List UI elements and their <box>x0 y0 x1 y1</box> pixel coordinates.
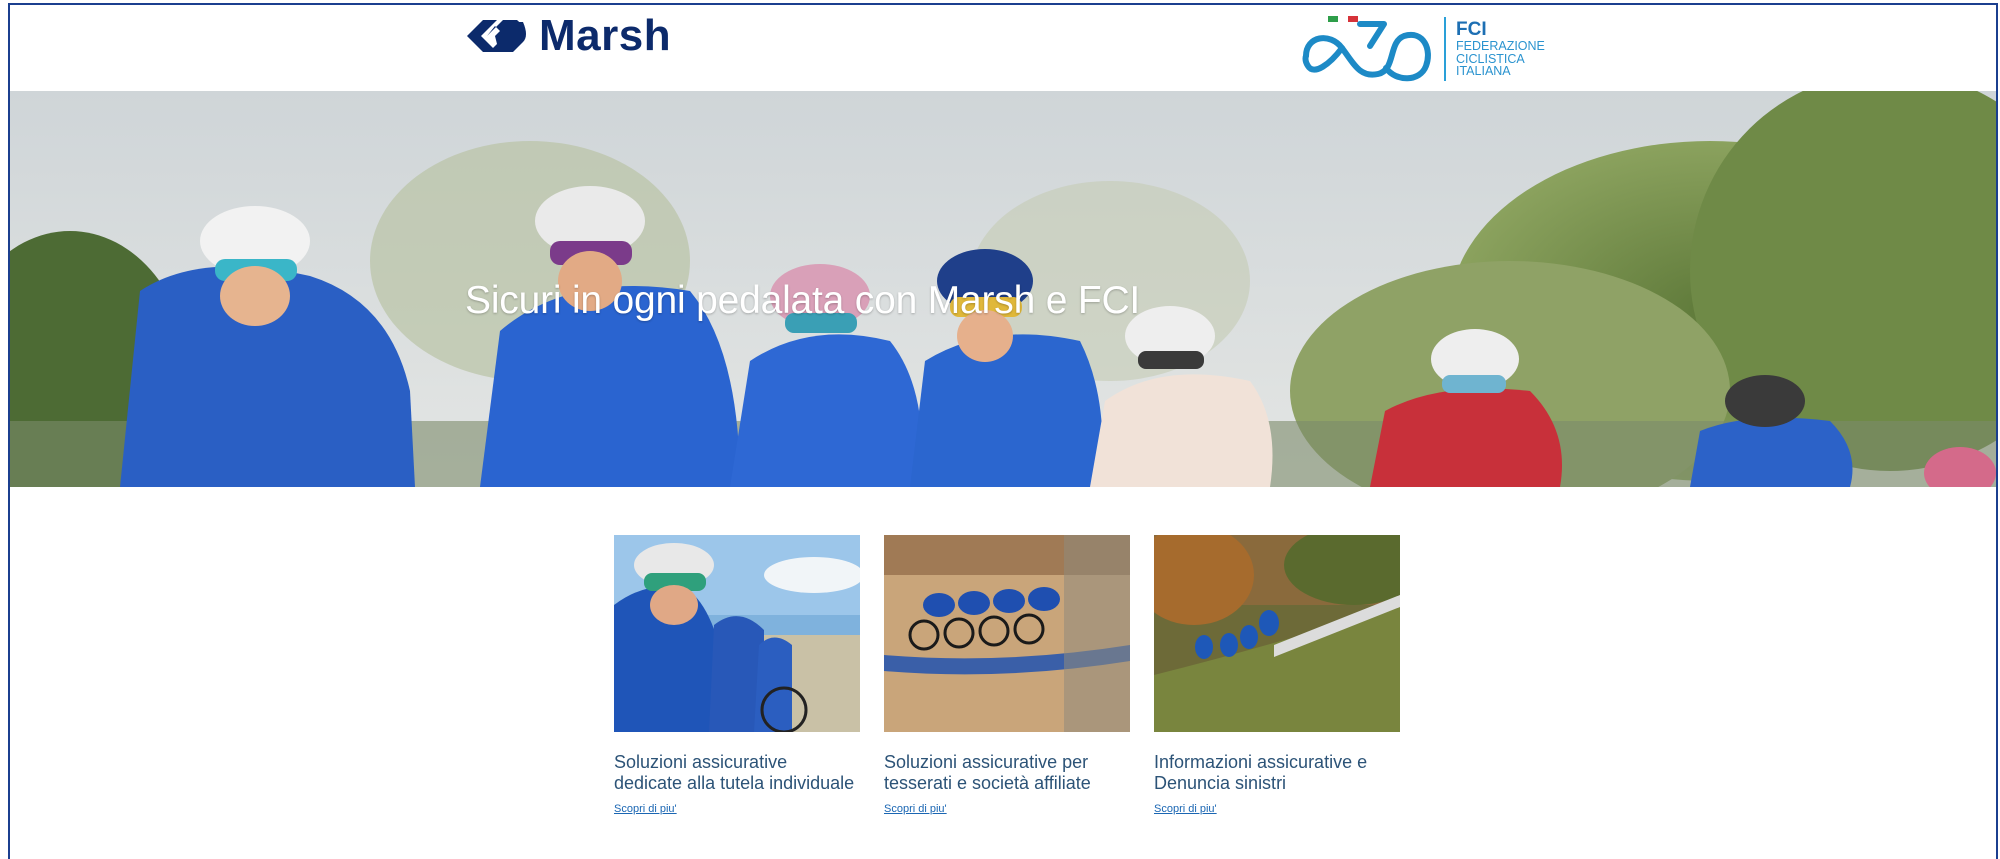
fci-line-3: ITALIANA <box>1456 64 1511 79</box>
browser-frame: Marsh FCI FEDERAZIONE CICLISTICA ITALIAN… <box>8 3 1998 859</box>
fci-logo-text: FCI FEDERAZIONE CICLISTICA ITALIANA <box>1456 20 1545 78</box>
fci-abbr: FCI <box>1456 19 1487 41</box>
fci-logo[interactable]: FCI FEDERAZIONE CICLISTICA ITALIANA <box>1300 9 1545 89</box>
card-tesserati[interactable]: Soluzioni assicurative per tesserati e s… <box>884 535 1130 815</box>
marsh-wordmark: Marsh <box>539 11 672 60</box>
hero-banner: Sicuri in ogni pedalata con Marsh e FCI <box>10 91 1996 487</box>
card-link-individual[interactable]: Scopri di piu' <box>614 803 860 815</box>
card-image-individual[interactable] <box>614 535 860 732</box>
card-image-denuncia[interactable] <box>1154 535 1400 732</box>
marsh-mark-icon <box>467 20 526 52</box>
card-denuncia[interactable]: Informazioni assicurative e Denuncia sin… <box>1154 535 1400 815</box>
fci-line-1: FEDERAZIONE <box>1456 39 1545 54</box>
site-header: Marsh FCI FEDERAZIONE CICLISTICA ITALIAN… <box>10 5 1996 91</box>
card-list: Soluzioni assicurative dedicate alla tut… <box>614 535 1400 815</box>
card-individual[interactable]: Soluzioni assicurative dedicate alla tut… <box>614 535 860 815</box>
card-title-tesserati[interactable]: Soluzioni assicurative per tesserati e s… <box>884 752 1130 793</box>
card-title-denuncia[interactable]: Informazioni assicurative e Denuncia sin… <box>1154 752 1400 793</box>
fci-bicycle-icon <box>1302 16 1431 82</box>
card-title-individual[interactable]: Soluzioni assicurative dedicate alla tut… <box>614 752 860 793</box>
marsh-logo[interactable]: Marsh <box>465 11 671 61</box>
fci-divider <box>1444 17 1446 81</box>
card-link-denuncia[interactable]: Scopri di piu' <box>1154 803 1400 815</box>
card-image-tesserati[interactable] <box>884 535 1130 732</box>
hero-title: Sicuri in ogni pedalata con Marsh e FCI <box>465 279 1141 322</box>
card-link-tesserati[interactable]: Scopri di piu' <box>884 803 1130 815</box>
